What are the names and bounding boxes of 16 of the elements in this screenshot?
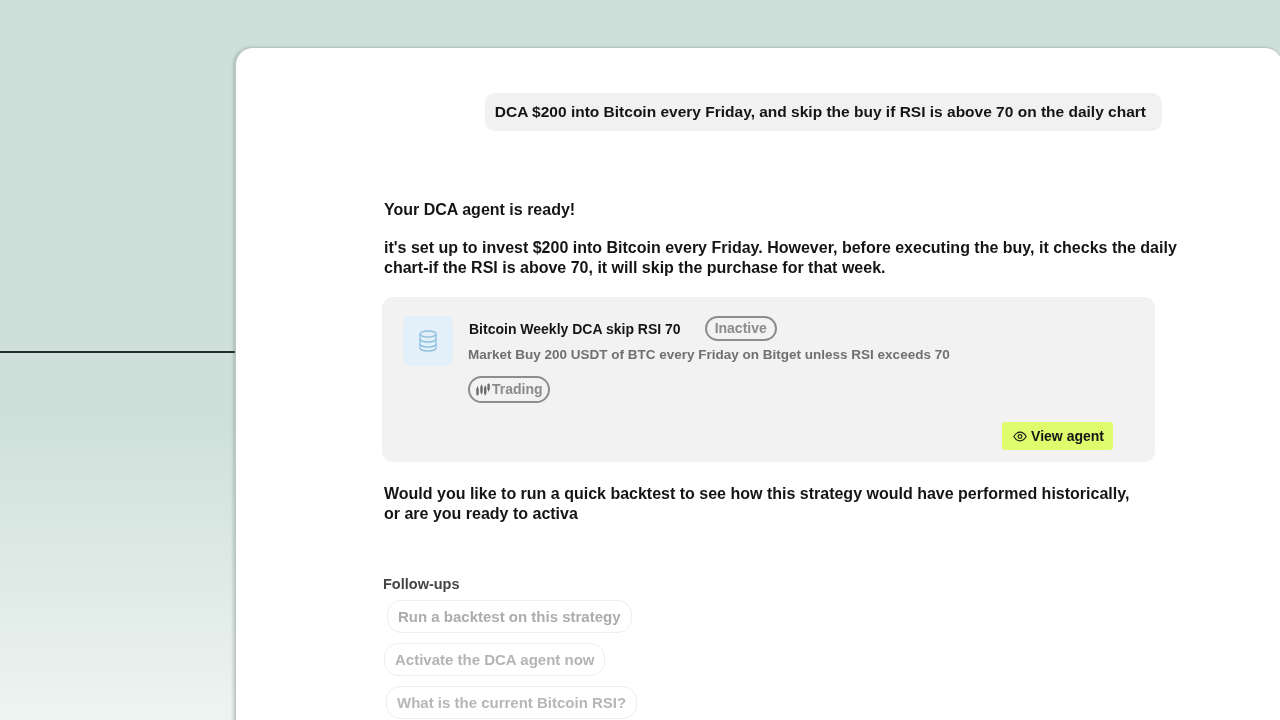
message-heading: Your DCA agent is ready! xyxy=(384,200,577,220)
follow-up-button[interactable]: What is the current Bitcoin RSI? xyxy=(386,686,638,719)
tag-label: Trading xyxy=(492,382,543,397)
user-message: DCA $200 into Bitcoin every Friday, and skip the buy if RSI is above 70 on the daily chart xyxy=(484,93,1162,131)
status-badge: Inactive xyxy=(704,316,777,341)
agent-description: Market Buy 200 USDT of BTC every Friday on Bitget unless RSI exceeds 70 xyxy=(468,347,950,363)
eye-icon xyxy=(1013,430,1028,442)
database-icon xyxy=(403,316,453,366)
agent-title: Bitcoin Weekly DCA skip RSI 70 xyxy=(469,320,681,337)
message-text: Would you like to run a quick backtest to see how this strategy would have performed historically, or are you ready to activa xyxy=(384,484,1131,524)
follow-up-button[interactable]: Run a backtest on this strategy xyxy=(387,600,632,633)
follow-up-button[interactable]: Activate the DCA agent now xyxy=(384,643,606,676)
section-label: Follow-ups xyxy=(383,575,461,594)
candlestick-icon xyxy=(476,383,490,396)
view-agent-button[interactable]: View agent xyxy=(1002,422,1113,450)
message-text: it's set up to invest $200 into Bitcoin every Friday. However, before executing the buy, it checks the daily chart-if the RSI is above 70, it will skip the purchase for that week. xyxy=(384,238,1178,278)
